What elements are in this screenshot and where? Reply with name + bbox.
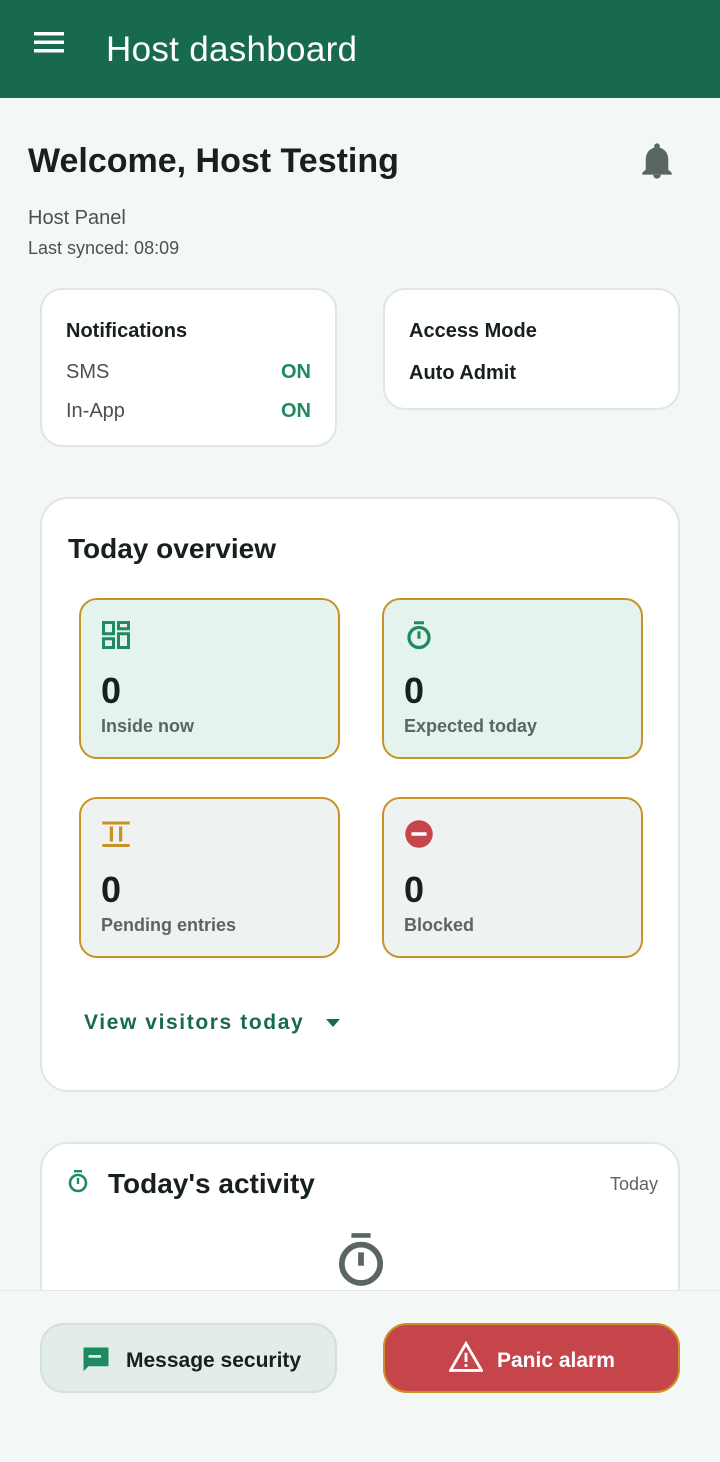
timer-icon [407, 621, 431, 650]
last-synced-label: Last synced: 08:09 [28, 238, 180, 258]
menu-icon [34, 32, 64, 53]
stat-pending-entries[interactable]: 0 Pending entries [79, 797, 340, 958]
message-security-button[interactable]: Message security [40, 1323, 337, 1393]
stat-blocked[interactable]: 0 Blocked [382, 797, 643, 958]
access-mode-title: Access Mode [409, 320, 537, 342]
view-visitors-today-label: View visitors today [84, 1011, 305, 1034]
message-security-label: Message security [126, 1349, 302, 1372]
bell-icon [642, 143, 672, 179]
in-app-status: ON [281, 400, 311, 422]
today-overview-card: Today overview 0 Inside now 0 Expected t… [40, 497, 680, 1092]
stat-expected-today[interactable]: 0 Expected today [382, 598, 643, 759]
inside-now-label: Inside now [101, 716, 195, 736]
app-bar: Host dashboard [0, 0, 720, 98]
bottom-action-bar: Message security Panic alarm [0, 1290, 720, 1462]
welcome-heading: Welcome, Host Testing [28, 142, 399, 180]
panel-label: Host Panel [28, 207, 126, 229]
activity-range-label: Today [609, 1174, 658, 1194]
expected-today-count: 0 [404, 670, 425, 711]
chevron-down-icon [325, 1019, 340, 1028]
sms-status: ON [281, 361, 311, 383]
access-mode-value: Auto Admit [409, 362, 517, 384]
access-mode-card[interactable]: Access Mode Auto Admit [383, 288, 680, 410]
overview-title: Today overview [68, 533, 277, 564]
message-icon [83, 1347, 109, 1372]
panic-alarm-button[interactable]: Panic alarm [383, 1323, 680, 1393]
warning-icon [449, 1341, 483, 1372]
dashboard-icon [102, 621, 130, 649]
notifications-title: Notifications [66, 320, 188, 342]
stat-inside-now[interactable]: 0 Inside now [79, 598, 340, 759]
view-visitors-today-link[interactable]: View visitors today [84, 1011, 340, 1035]
activity-title: Today's activity [108, 1168, 315, 1199]
timer-icon [68, 1170, 88, 1193]
pending-entries-count: 0 [101, 869, 122, 910]
block-icon [405, 820, 433, 848]
blocked-label: Blocked [404, 915, 475, 935]
sms-label: SMS [66, 361, 110, 383]
expected-today-label: Expected today [404, 716, 538, 736]
panic-alarm-label: Panic alarm [497, 1349, 615, 1372]
app-bar-title: Host dashboard [106, 30, 358, 69]
menu-button[interactable] [22, 22, 78, 66]
pause-icon [102, 821, 130, 847]
notifications-card: Notifications SMS ON In-App ON [40, 288, 337, 447]
notifications-bell-button[interactable] [634, 140, 680, 184]
empty-timer-icon [338, 1233, 384, 1286]
blocked-count: 0 [404, 869, 425, 910]
in-app-label: In-App [66, 400, 125, 422]
inside-now-count: 0 [101, 670, 122, 711]
pending-entries-label: Pending entries [101, 915, 237, 935]
